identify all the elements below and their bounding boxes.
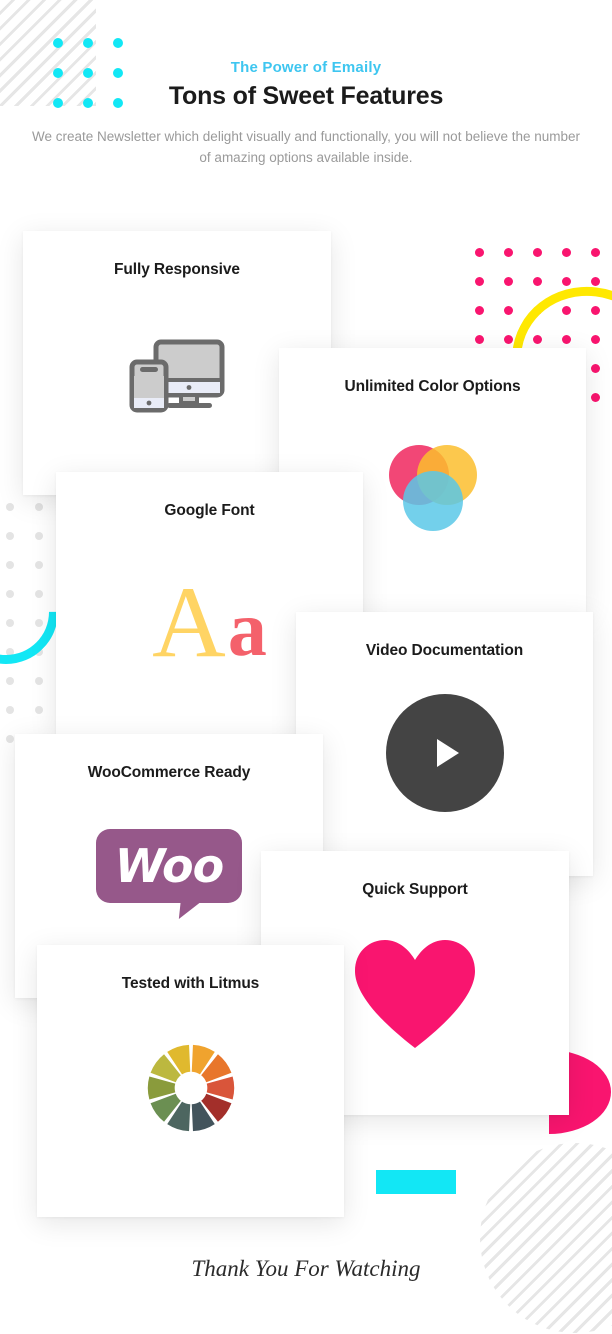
dot-decor bbox=[590, 334, 600, 344]
litmus-color-wheel-icon bbox=[37, 1033, 344, 1143]
play-triangle-icon bbox=[436, 739, 459, 767]
dot-decor bbox=[590, 363, 600, 373]
dot-decor bbox=[532, 276, 542, 286]
dot-decor bbox=[561, 334, 571, 344]
dot-decor bbox=[561, 276, 571, 286]
dot-decor bbox=[6, 648, 14, 656]
striped-circle-decor bbox=[480, 1143, 612, 1333]
card-title: Google Font bbox=[164, 502, 255, 519]
page-subtitle: We create Newsletter which delight visua… bbox=[31, 129, 581, 165]
dot-decor bbox=[561, 305, 571, 315]
dot-decor bbox=[35, 590, 43, 598]
dot-decor bbox=[35, 561, 43, 569]
dot-decor bbox=[6, 590, 14, 598]
dot-decor bbox=[474, 334, 484, 344]
dot-decor bbox=[6, 503, 14, 511]
dot-decor bbox=[6, 677, 14, 685]
card-title: Video Documentation bbox=[365, 642, 524, 659]
newsletter-features-page: The Power of Emaily Tons of Sweet Featur… bbox=[0, 0, 612, 1334]
dot-decor bbox=[474, 276, 484, 286]
dot-decor bbox=[474, 247, 484, 257]
woo-wordmark: Woo bbox=[114, 839, 224, 893]
page-header: The Power of Emaily Tons of Sweet Featur… bbox=[0, 0, 612, 169]
dot-decor bbox=[532, 334, 542, 344]
card-title: Tested with Litmus bbox=[121, 975, 260, 992]
dot-decor bbox=[503, 305, 513, 315]
dot-decor bbox=[6, 735, 14, 743]
dot-decor bbox=[35, 532, 43, 540]
feature-card-video-documentation[interactable]: Video Documentation bbox=[296, 612, 593, 876]
dot-decor bbox=[532, 247, 542, 257]
dot-decor bbox=[590, 276, 600, 286]
eyebrow-text: The Power of Emaily bbox=[230, 59, 382, 76]
dot-decor bbox=[35, 677, 43, 685]
card-title: Fully Responsive bbox=[114, 261, 240, 278]
dot-decor bbox=[35, 648, 43, 656]
play-button-icon[interactable] bbox=[296, 690, 593, 816]
dot-decor bbox=[6, 619, 14, 627]
dot-decor bbox=[532, 305, 542, 315]
dot-decor bbox=[6, 706, 14, 714]
dot-decor bbox=[6, 561, 14, 569]
dot-decor bbox=[474, 305, 484, 315]
dot-decor bbox=[35, 619, 43, 627]
dot-decor bbox=[503, 276, 513, 286]
card-title: Unlimited Color Options bbox=[344, 378, 521, 395]
dot-decor bbox=[503, 247, 513, 257]
page-title: Tons of Sweet Features bbox=[168, 82, 444, 110]
card-title: Quick Support bbox=[362, 881, 468, 898]
footer-thank-you: Thank You For Watching bbox=[191, 1256, 421, 1281]
dot-decor bbox=[6, 532, 14, 540]
dot-decor bbox=[590, 247, 600, 257]
card-title: WooCommerce Ready bbox=[87, 764, 251, 781]
dot-decor bbox=[590, 392, 600, 402]
cyan-bar-decor bbox=[376, 1170, 456, 1194]
dot-decor bbox=[35, 503, 43, 511]
dot-decor bbox=[35, 706, 43, 714]
font-sample-lowercase: a bbox=[227, 585, 267, 673]
dot-decor bbox=[561, 247, 571, 257]
feature-card-tested-with-litmus[interactable]: Tested with Litmus bbox=[37, 945, 344, 1217]
font-sample-uppercase: A bbox=[152, 566, 226, 680]
dot-decor bbox=[590, 305, 600, 315]
dot-decor bbox=[503, 334, 513, 344]
